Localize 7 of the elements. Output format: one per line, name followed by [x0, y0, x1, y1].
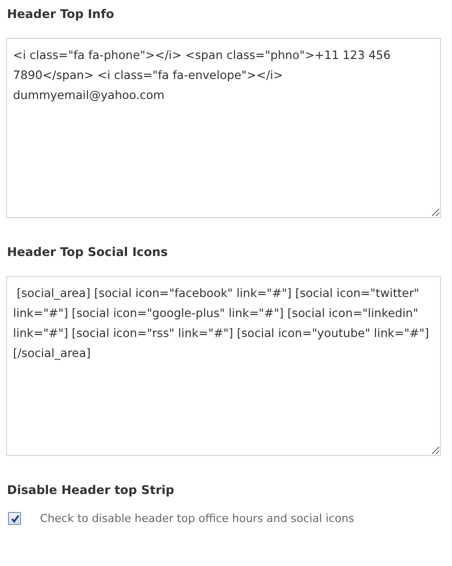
checkbox-label: Check to disable header top office hours and social icons — [40, 512, 354, 525]
field-label: Disable Header top Strip — [7, 482, 176, 498]
checkbox[interactable] — [8, 512, 21, 525]
field-label: Header Top Social Icons — [7, 244, 169, 260]
text-area[interactable]: [social_area] [social icon="facebook" link="#"] [social icon="twitter" link="#"] [social icon="google-plus" link="#"] [social icon="linkedin" link="#"] [social icon="rss" link="#"] [social icon="youtube" link="#"] [/social_area] — [6, 276, 441, 456]
field-label: Header Top Info — [7, 6, 116, 22]
text-area[interactable]: <i class="fa fa-phone"></i> <span class="phno">+11 123 456 7890</span> <i class="fa fa-envelope"></i> dummyemail@yahoo.com — [6, 38, 441, 218]
